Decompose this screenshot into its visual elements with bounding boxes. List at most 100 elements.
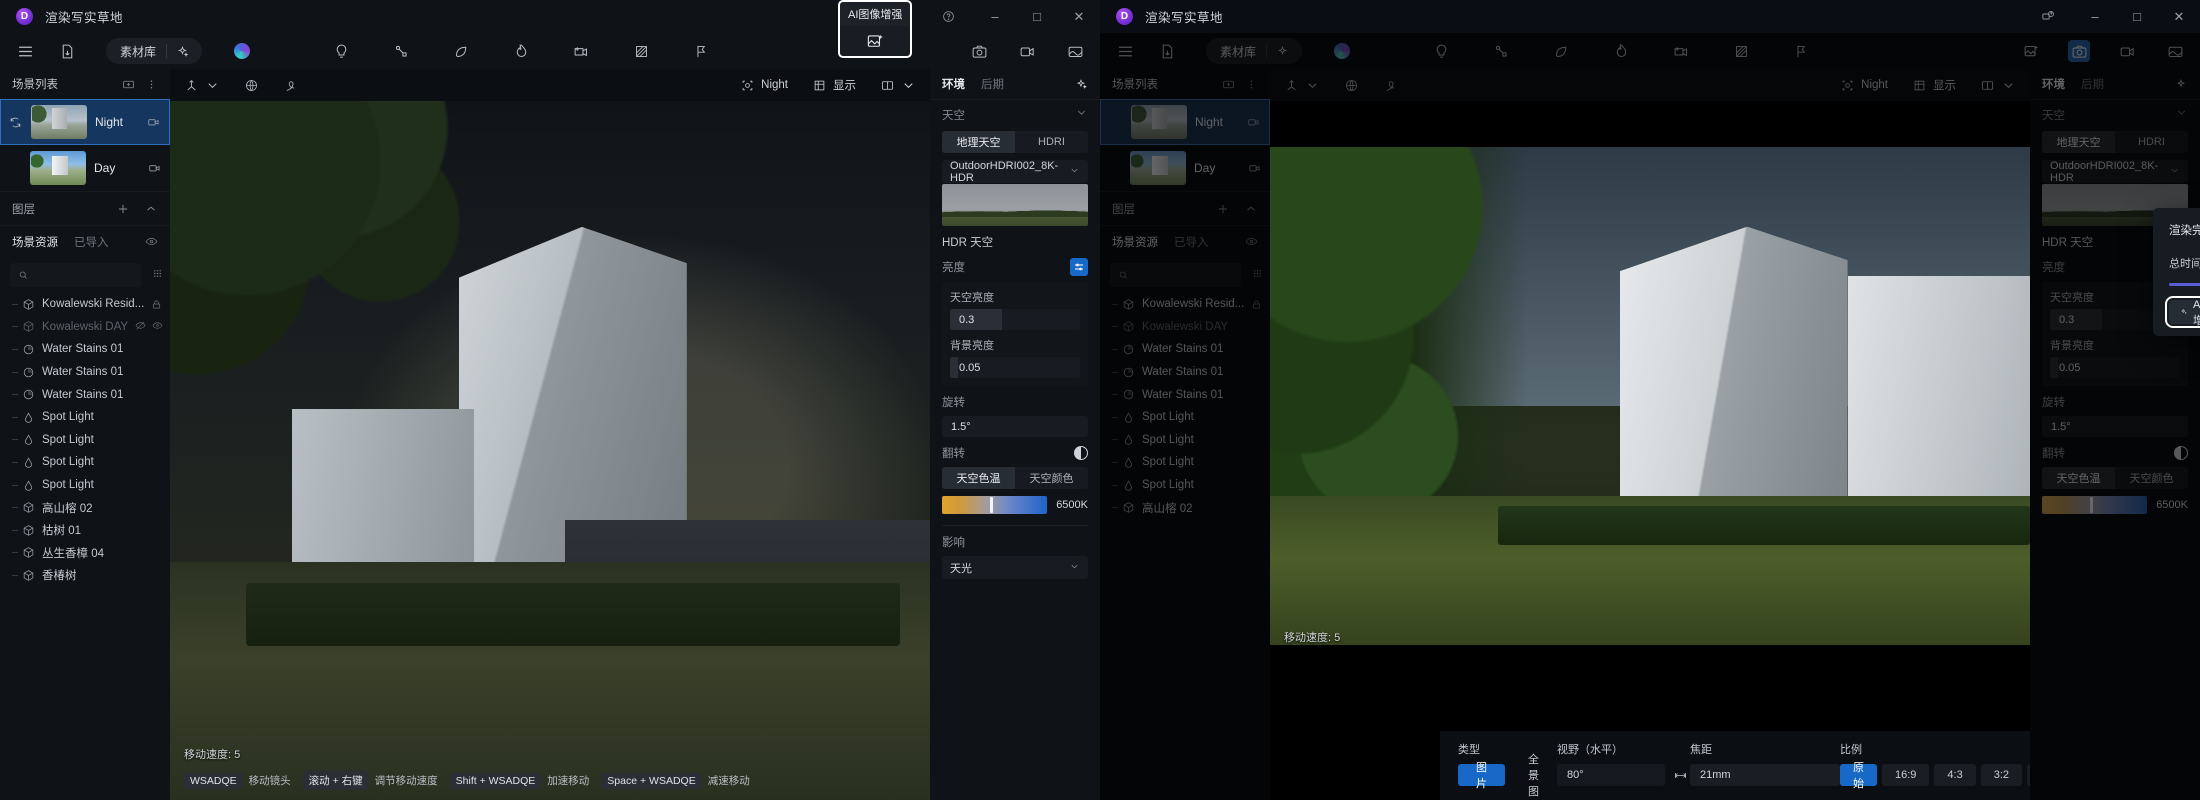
add-camera-icon[interactable]: [570, 40, 592, 62]
camera-icon[interactable]: [2068, 40, 2090, 62]
contrast-icon[interactable]: [2174, 446, 2188, 460]
rotation-field[interactable]: 1.5°: [942, 416, 1088, 437]
tree-item[interactable]: Water Stains 01: [0, 361, 170, 384]
ai-sparkle-icon[interactable]: [2175, 78, 2188, 91]
sky-color-mode[interactable]: 天空颜色: [2115, 467, 2188, 489]
tree-item[interactable]: Water Stains 01: [0, 338, 170, 361]
hamburger-icon[interactable]: [14, 40, 36, 62]
eye-icon[interactable]: [1245, 235, 1258, 248]
library-pill[interactable]: 素材库: [1206, 38, 1303, 64]
display-chip[interactable]: 显示: [1912, 77, 1956, 93]
scene-item-day[interactable]: Day: [0, 145, 170, 191]
maximize-button[interactable]: □: [2116, 0, 2158, 33]
tree-item[interactable]: Kowalewski DAY: [1100, 316, 1270, 339]
ratio-4-3[interactable]: 4:3: [1934, 764, 1976, 786]
render-preview-night[interactable]: 移动速度: 5 WSADQE 移动镜头 滚动 + 右键 调节移动速度 Shift…: [170, 101, 930, 800]
tab-scene-resources[interactable]: 场景资源: [12, 234, 58, 250]
close-button[interactable]: ✕: [1058, 0, 1100, 33]
ai-sparkle-icon[interactable]: [167, 45, 198, 58]
chevron-down-icon[interactable]: [2175, 106, 2188, 124]
influence-select[interactable]: 天光: [942, 556, 1088, 579]
video-icon[interactable]: [2116, 40, 2138, 62]
temperature-slider[interactable]: [942, 496, 1048, 514]
move-gizmo-icon[interactable]: [1284, 78, 1320, 93]
image-enhance-icon[interactable]: [2020, 40, 2042, 62]
file-download-icon[interactable]: [1156, 40, 1178, 62]
search-bar[interactable]: [10, 263, 141, 287]
eye-icon[interactable]: [145, 235, 158, 248]
rotation-field[interactable]: 1.5°: [2042, 416, 2188, 437]
scene-chip[interactable]: Night: [740, 78, 788, 93]
search-bar[interactable]: [1110, 263, 1241, 287]
grid-icon[interactable]: [151, 267, 164, 280]
tab-scene-resources[interactable]: 场景资源: [1112, 234, 1158, 250]
help-icon[interactable]: [2028, 4, 2068, 30]
tab-environment[interactable]: 环境: [2042, 76, 2065, 92]
tree-item[interactable]: Water Stains 01: [0, 383, 170, 406]
leaf-icon[interactable]: [450, 40, 472, 62]
hatch-icon[interactable]: [630, 40, 652, 62]
tree-item[interactable]: 丛生香樟 04: [0, 542, 170, 565]
hamburger-icon[interactable]: [1114, 40, 1136, 62]
more-vertical-icon[interactable]: [1245, 78, 1258, 91]
minimize-button[interactable]: –: [2074, 0, 2116, 33]
tab-imported[interactable]: 已导入: [74, 234, 109, 250]
chevron-down-icon[interactable]: [1069, 561, 1080, 575]
scene-item-night[interactable]: Night: [1100, 99, 1270, 145]
grid-icon[interactable]: [1251, 267, 1264, 280]
slider-knob[interactable]: [990, 497, 994, 513]
fov-field[interactable]: 80°: [1557, 764, 1665, 786]
contrast-icon[interactable]: [1074, 446, 1088, 460]
search-input[interactable]: [1134, 269, 1233, 281]
sky-brightness-field[interactable]: 0.3: [950, 309, 1080, 330]
close-button[interactable]: ✕: [2158, 0, 2200, 33]
light-bulb-icon[interactable]: [1430, 40, 1452, 62]
chevron-down-icon[interactable]: [2169, 165, 2180, 179]
panorama-icon[interactable]: [1064, 40, 1086, 62]
refresh-icon[interactable]: [9, 116, 23, 129]
chevron-down-icon[interactable]: [1075, 106, 1088, 124]
leaf-icon[interactable]: [1550, 40, 1572, 62]
ai-sparkle-icon[interactable]: [1075, 78, 1088, 91]
focal-field[interactable]: 21mm: [1690, 764, 1840, 786]
tree-item[interactable]: Spot Light: [1100, 474, 1270, 497]
tree-item[interactable]: Water Stains 01: [1100, 383, 1270, 406]
sky-mode-hdri[interactable]: HDRI: [2115, 131, 2188, 153]
library-label[interactable]: 素材库: [1210, 43, 1266, 60]
temperature-slider[interactable]: [2042, 496, 2148, 514]
camera-view-icon[interactable]: [1247, 115, 1261, 129]
pin-icon[interactable]: [1383, 78, 1398, 93]
scene-chip[interactable]: Night: [1840, 78, 1888, 93]
maximize-button[interactable]: □: [1016, 0, 1058, 33]
node-link-icon[interactable]: [1490, 40, 1512, 62]
ratio-16-9[interactable]: 16:9: [1882, 764, 1930, 786]
more-vertical-icon[interactable]: [145, 78, 158, 91]
material-orb-icon[interactable]: [234, 43, 251, 59]
chevron-down-icon[interactable]: [1069, 165, 1080, 179]
node-link-icon[interactable]: [390, 40, 412, 62]
layout-chip[interactable]: [1980, 78, 2016, 93]
pin-icon[interactable]: [283, 78, 298, 93]
ratio-1-1[interactable]: 1:1: [2027, 764, 2030, 786]
sky-temp-mode[interactable]: 天空色温: [2042, 467, 2115, 489]
help-icon[interactable]: [928, 4, 968, 30]
tree-item[interactable]: Kowalewski Resid...: [0, 293, 170, 316]
section-sky[interactable]: 天空: [930, 99, 1100, 129]
chevron-up-icon[interactable]: [144, 202, 158, 216]
tree-item[interactable]: Spot Light: [0, 451, 170, 474]
tree-item[interactable]: Spot Light: [0, 474, 170, 497]
camera-icon[interactable]: [968, 40, 990, 62]
sky-color-mode[interactable]: 天空颜色: [1015, 467, 1088, 489]
fire-icon[interactable]: [510, 40, 532, 62]
library-pill[interactable]: 素材库: [106, 38, 203, 64]
hdri-select[interactable]: OutdoorHDRI002_8K-HDR: [942, 160, 1088, 184]
sliders-icon[interactable]: [1070, 258, 1088, 276]
tree-item[interactable]: 高山榕 02: [1100, 496, 1270, 519]
camera-view-icon[interactable]: [147, 115, 161, 129]
sky-mode-toggle[interactable]: 地理天空 HDRI: [2042, 131, 2188, 153]
panorama-icon[interactable]: [2164, 40, 2186, 62]
layout-chip[interactable]: [880, 78, 916, 93]
ai-enhance-highlight[interactable]: AI图像增强: [837, 0, 913, 58]
render-preview-day[interactable]: 移动速度: 5: [1270, 101, 2030, 800]
flag-icon[interactable]: [690, 40, 712, 62]
